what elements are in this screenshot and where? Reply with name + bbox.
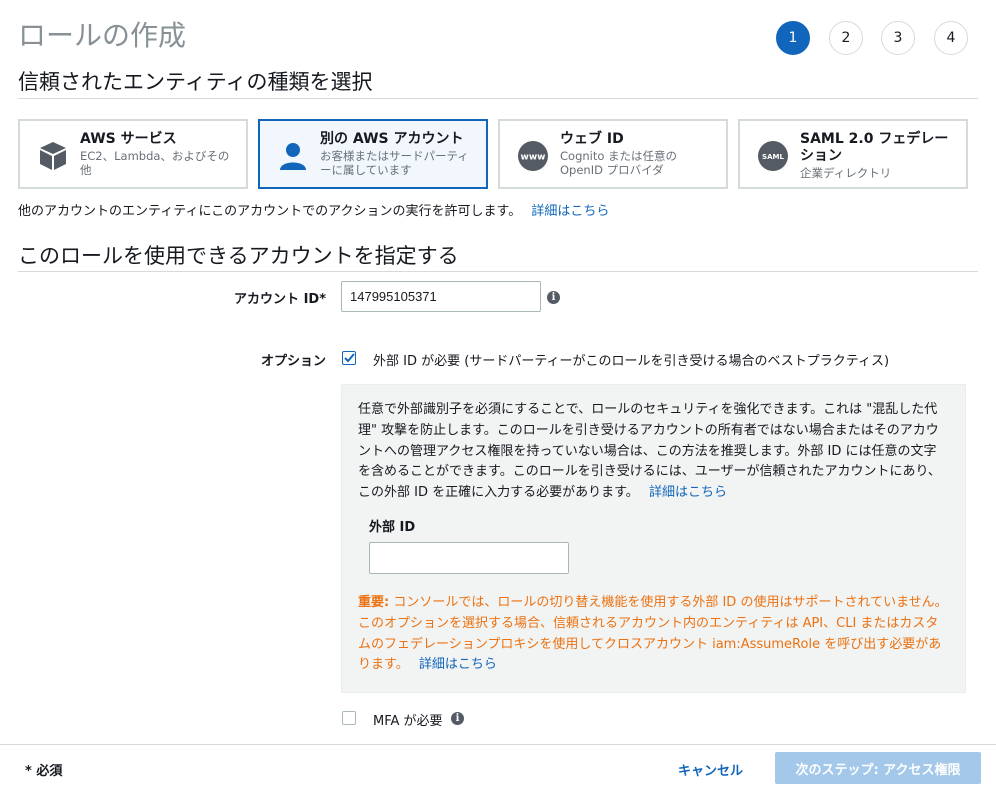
options-label: オプション <box>260 354 326 369</box>
mfa-label[interactable]: MFA が必要 <box>373 710 443 729</box>
info-icon[interactable]: i <box>547 291 560 304</box>
www-icon: www <box>516 139 550 173</box>
mfa-checkbox[interactable] <box>342 711 356 725</box>
section-title-account: このロールを使用できるアカウントを指定する <box>18 244 459 268</box>
external-id-description: 任意で外部識別子を必須にすることで、ロールのセキュリティを強化できます。これは … <box>358 400 948 504</box>
account-id-label: アカウント ID* <box>234 292 326 307</box>
external-id-checkbox[interactable] <box>342 351 356 365</box>
entity-description: 他のアカウントのエンティティにこのアカウントでのアクションの実行を許可します。 … <box>18 200 609 219</box>
learn-more-link[interactable]: 詳細はこちら <box>649 485 727 500</box>
card-title: SAML 2.0 フェデレーション <box>800 131 949 164</box>
card-saml-federation[interactable]: SAML SAML 2.0 フェデレーション 企業ディレクトリ <box>738 119 968 189</box>
saml-icon-text: SAML <box>762 153 784 161</box>
step-3[interactable]: 3 <box>881 21 915 55</box>
user-icon <box>276 139 310 173</box>
card-web-identity[interactable]: www ウェブ ID Cognito または任意の OpenID プロバイダ <box>498 119 728 189</box>
section-divider <box>18 98 978 99</box>
card-title: ウェブ ID <box>560 131 624 147</box>
card-aws-service[interactable]: AWS サービス EC2、Lambda、およびその他 <box>18 119 248 189</box>
info-icon[interactable]: i <box>451 712 464 725</box>
card-subtitle: お客様またはサードパーティーに属しています <box>320 149 469 177</box>
card-subtitle: EC2、Lambda、およびその他 <box>80 149 230 177</box>
www-icon-text: www <box>521 153 546 163</box>
step-1[interactable]: 1 <box>776 21 810 55</box>
page-title: ロールの作成 <box>18 19 187 52</box>
card-subtitle: 企業ディレクトリ <box>800 166 892 180</box>
external-id-input[interactable] <box>369 542 569 574</box>
warning-prefix: 重要: <box>358 595 390 610</box>
saml-icon: SAML <box>756 139 790 173</box>
learn-more-link[interactable]: 詳細はこちら <box>531 204 609 219</box>
card-title: AWS サービス <box>80 131 177 147</box>
step-4[interactable]: 4 <box>934 21 968 55</box>
next-step-button[interactable]: 次のステップ: アクセス権限 <box>775 752 981 784</box>
card-another-aws-account[interactable]: 別の AWS アカウント お客様またはサードパーティーに属しています <box>258 119 488 189</box>
external-id-panel: 任意で外部識別子を必須にすることで、ロールのセキュリティを強化できます。これは … <box>341 384 966 693</box>
card-title: 別の AWS アカウント <box>320 131 464 147</box>
external-id-warning: 重要: コンソールでは、ロールの切り替え機能を使用する外部 ID の使用はサポー… <box>358 593 948 676</box>
step-2[interactable]: 2 <box>829 21 863 55</box>
required-note: * 必須 <box>25 764 63 779</box>
cancel-button[interactable]: キャンセル <box>678 760 743 779</box>
description-text: 他のアカウントのエンティティにこのアカウントでのアクションの実行を許可します。 <box>18 204 522 219</box>
section-divider <box>18 271 978 272</box>
section-title-entity-type: 信頼されたエンティティの種類を選択 <box>18 70 373 94</box>
footer-divider <box>0 744 996 745</box>
learn-more-link[interactable]: 詳細はこちら <box>419 657 497 672</box>
card-subtitle: Cognito または任意の OpenID プロバイダ <box>560 149 678 177</box>
external-id-checkbox-label[interactable]: 外部 ID が必要 (サードパーティーがこのロールを引き受ける場合のベストプラク… <box>373 350 889 369</box>
cube-icon <box>36 139 70 173</box>
external-id-field-label: 外部 ID <box>369 520 416 535</box>
account-id-input[interactable] <box>341 281 541 312</box>
checkmark-icon <box>343 353 355 363</box>
